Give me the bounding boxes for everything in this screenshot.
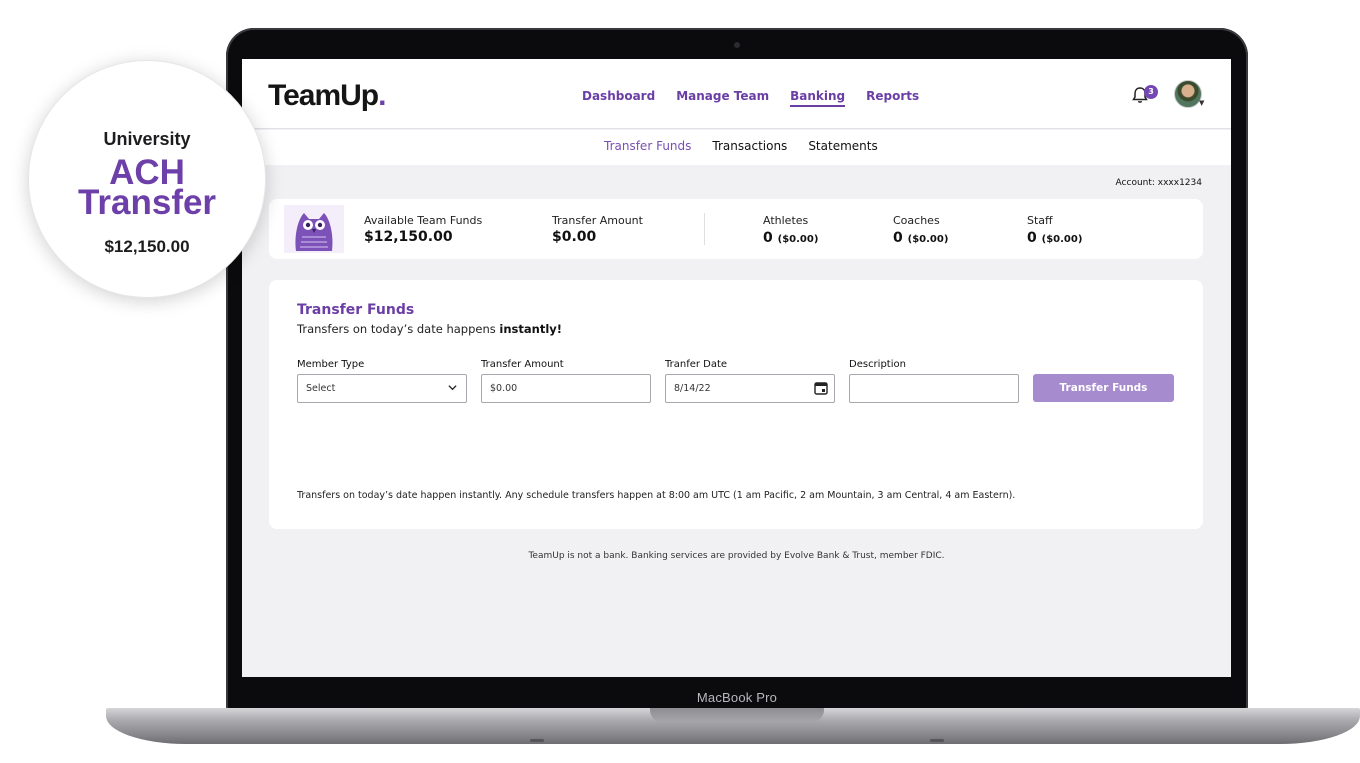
ach-callout-bubble: University ACH Transfer $12,150.00 xyxy=(28,60,266,298)
transfer-amount-label: Transfer Amount xyxy=(552,214,643,227)
coaches-value: 0 ($0.00) xyxy=(893,230,948,246)
footer-disclaimer: TeamUp is not a bank. Banking services a… xyxy=(528,551,945,561)
tab-transfer-funds[interactable]: Transfer Funds xyxy=(604,139,691,153)
laptop-notch xyxy=(650,708,824,722)
athletes-count: 0 xyxy=(763,230,773,246)
transfer-amount-value: $0.00 xyxy=(552,229,597,245)
laptop-foot xyxy=(930,739,944,742)
transfer-funds-button[interactable]: Transfer Funds xyxy=(1033,374,1174,402)
athletes-label: Athletes xyxy=(763,214,809,227)
amount-input[interactable]: $0.00 xyxy=(481,374,651,403)
chevron-down-icon[interactable]: ▼ xyxy=(1199,99,1204,107)
description-input[interactable] xyxy=(849,374,1019,403)
subtitle-bold: instantly! xyxy=(499,322,563,336)
card-subtitle: Transfers on today’s date happens instan… xyxy=(297,322,562,336)
callout-university: University xyxy=(103,129,191,149)
teamup-logo[interactable]: TeamUp. xyxy=(268,79,387,113)
card-title: Transfer Funds xyxy=(297,302,415,318)
laptop-label: MacBook Pro xyxy=(696,690,778,705)
app-screen: TeamUp. Dashboard Manage Team Banking Re… xyxy=(242,59,1231,677)
nav-reports[interactable]: Reports xyxy=(866,89,919,107)
account-number: Account: xxxx1234 xyxy=(1115,178,1202,188)
nav-manage-team[interactable]: Manage Team xyxy=(676,89,769,107)
athletes-value: 0 ($0.00) xyxy=(763,230,818,246)
calendar-icon[interactable] xyxy=(814,381,828,395)
tab-transactions[interactable]: Transactions xyxy=(712,139,787,153)
laptop-foot xyxy=(530,739,544,742)
date-value: 8/14/22 xyxy=(674,383,711,394)
summary-divider xyxy=(704,213,705,245)
main-nav: Dashboard Manage Team Banking Reports xyxy=(582,89,919,107)
transfer-funds-card: Transfer Funds Transfers on today’s date… xyxy=(269,280,1203,529)
subtitle-text: Transfers on today’s date happens xyxy=(297,322,500,336)
logo-dot: . xyxy=(378,79,386,112)
camera xyxy=(734,42,740,48)
staff-amount: ($0.00) xyxy=(1041,234,1083,245)
nav-banking[interactable]: Banking xyxy=(790,89,846,107)
member-type-select[interactable]: Select xyxy=(297,374,467,403)
logo-text: TeamUp xyxy=(268,79,379,112)
callout-amount: $12,150.00 xyxy=(104,237,190,256)
coaches-amount: ($0.00) xyxy=(907,234,949,245)
coaches-label: Coaches xyxy=(893,214,940,227)
funds-summary-card: Available Team Funds $12,150.00 Transfer… xyxy=(269,199,1203,259)
callout-transfer: Transfer xyxy=(77,183,217,222)
member-type-label: Member Type xyxy=(297,359,365,370)
tab-statements[interactable]: Statements xyxy=(808,139,877,153)
amount-value: $0.00 xyxy=(490,383,518,394)
chevron-down-icon xyxy=(448,385,457,391)
date-label: Tranfer Date xyxy=(665,359,728,370)
description-label: Description xyxy=(849,359,906,370)
nav-dashboard[interactable]: Dashboard xyxy=(582,89,655,107)
coaches-count: 0 xyxy=(893,230,903,246)
staff-label: Staff xyxy=(1027,214,1053,227)
transfer-note: Transfers on today’s date happen instant… xyxy=(297,490,1016,501)
callout-title: ACH Transfer xyxy=(29,155,265,222)
avatar[interactable] xyxy=(1174,80,1202,108)
available-funds-label: Available Team Funds xyxy=(364,214,483,227)
staff-value: 0 ($0.00) xyxy=(1027,230,1082,246)
available-funds-value: $12,150.00 xyxy=(364,229,453,245)
laptop-base xyxy=(106,708,1360,744)
notification-badge: 3 xyxy=(1144,85,1158,99)
date-input[interactable]: 8/14/22 xyxy=(665,374,835,403)
top-bar: TeamUp. Dashboard Manage Team Banking Re… xyxy=(242,59,1231,129)
amount-label: Transfer Amount xyxy=(481,359,564,370)
banking-subnav: Transfer Funds Transactions Statements xyxy=(242,130,1231,165)
staff-count: 0 xyxy=(1027,230,1037,246)
athletes-amount: ($0.00) xyxy=(777,234,819,245)
member-type-value: Select xyxy=(306,383,336,394)
owl-logo-icon xyxy=(284,205,344,253)
